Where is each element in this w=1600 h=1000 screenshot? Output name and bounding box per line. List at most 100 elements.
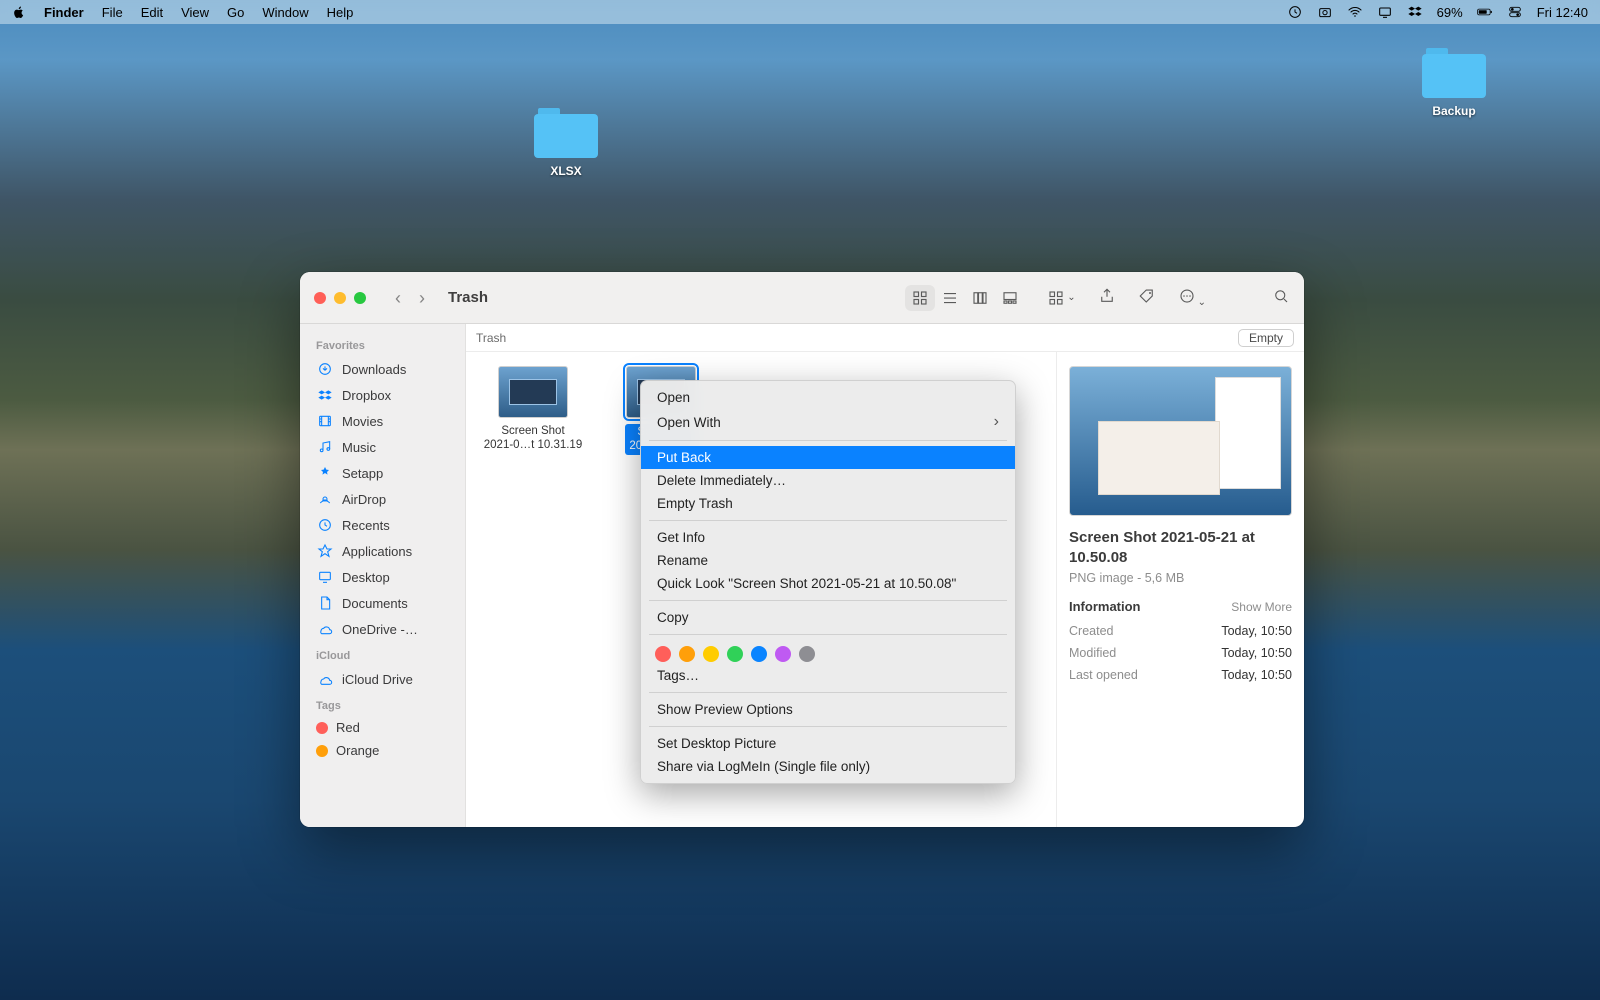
view-gallery[interactable]	[995, 285, 1025, 311]
ctx-get-info[interactable]: Get Info	[641, 526, 1015, 549]
desktop-icon	[316, 568, 334, 586]
finder-toolbar: ‹ › Trash ⌄ ⌄	[300, 272, 1304, 324]
sidebar-tag-orange[interactable]: Orange	[300, 739, 465, 762]
sidebar-item-documents[interactable]: Documents	[300, 590, 465, 616]
menu-file[interactable]: File	[102, 5, 123, 20]
ctx-separator	[649, 634, 1007, 635]
display-icon[interactable]	[1377, 4, 1393, 20]
desktop-folder-backup[interactable]: Backup	[1404, 48, 1504, 118]
sidebar-item-icloud-drive[interactable]: iCloud Drive	[300, 666, 465, 692]
group-by-button[interactable]: ⌄	[1047, 289, 1075, 307]
preview-show-more[interactable]: Show More	[1231, 600, 1292, 614]
sidebar-item-label: Orange	[336, 743, 379, 758]
sidebar-item-music[interactable]: Music	[300, 434, 465, 460]
ctx-rename[interactable]: Rename	[641, 549, 1015, 572]
ctx-separator	[649, 726, 1007, 727]
menu-help[interactable]: Help	[327, 5, 354, 20]
ctx-copy[interactable]: Copy	[641, 606, 1015, 629]
wifi-icon[interactable]	[1347, 4, 1363, 20]
camera-icon[interactable]	[1317, 4, 1333, 20]
ctx-separator	[649, 440, 1007, 441]
tag-color-yellow[interactable]	[703, 646, 719, 662]
finder-window: ‹ › Trash ⌄ ⌄ Favorites Downloads Dropbo…	[300, 272, 1304, 827]
sidebar-item-applications[interactable]: Applications	[300, 538, 465, 564]
cloud-icon	[316, 670, 334, 688]
traffic-lights	[314, 292, 366, 304]
search-button[interactable]	[1272, 287, 1290, 308]
battery-percent: 69%	[1437, 5, 1463, 20]
ctx-show-preview-options[interactable]: Show Preview Options	[641, 698, 1015, 721]
sidebar-item-airdrop[interactable]: AirDrop	[300, 486, 465, 512]
file-item[interactable]: Screen Shot2021-0…t 10.31.19	[480, 366, 586, 453]
preview-meta: PNG image - 5,6 MB	[1069, 571, 1292, 585]
sidebar-item-label: Desktop	[342, 570, 390, 585]
sidebar-tags-title: Tags	[300, 692, 465, 716]
desktop-folder-xlsx[interactable]: XLSX	[516, 108, 616, 178]
share-button[interactable]	[1098, 287, 1116, 308]
clock-menu-icon[interactable]	[1287, 4, 1303, 20]
ctx-delete-immediately[interactable]: Delete Immediately…	[641, 469, 1015, 492]
info-row: Last openedToday, 10:50	[1069, 664, 1292, 686]
sidebar-item-movies[interactable]: Movies	[300, 408, 465, 434]
airdrop-icon	[316, 490, 334, 508]
preview-title: Screen Shot 2021-05-21 at 10.50.08	[1069, 528, 1292, 567]
ctx-separator	[649, 600, 1007, 601]
control-center-icon[interactable]	[1507, 4, 1523, 20]
sidebar-item-label: Recents	[342, 518, 390, 533]
movies-icon	[316, 412, 334, 430]
sidebar-tag-red[interactable]: Red	[300, 716, 465, 739]
ctx-empty-trash[interactable]: Empty Trash	[641, 492, 1015, 515]
tag-color-blue[interactable]	[751, 646, 767, 662]
sidebar-item-label: iCloud Drive	[342, 672, 413, 687]
view-columns[interactable]	[965, 285, 995, 311]
nav-forward-button[interactable]: ›	[412, 289, 432, 307]
file-grid[interactable]: Screen Shot2021-0…t 10.31.19 Screen S202…	[466, 352, 1056, 827]
menubar-clock[interactable]: Fri 12:40	[1537, 5, 1588, 20]
sidebar-item-setapp[interactable]: Setapp	[300, 460, 465, 486]
tags-button[interactable]	[1138, 287, 1156, 308]
ctx-open-with[interactable]: Open With	[641, 409, 1015, 435]
close-button[interactable]	[314, 292, 326, 304]
dropbox-icon[interactable]	[1407, 4, 1423, 20]
sidebar-item-label: Music	[342, 440, 376, 455]
zoom-button[interactable]	[354, 292, 366, 304]
tag-color-green[interactable]	[727, 646, 743, 662]
menubar: Finder File Edit View Go Window Help 69%…	[0, 0, 1600, 24]
app-name[interactable]: Finder	[44, 5, 84, 20]
tag-color-orange[interactable]	[679, 646, 695, 662]
file-name: Screen Shot2021-0…t 10.31.19	[480, 424, 586, 453]
ctx-open[interactable]: Open	[641, 386, 1015, 409]
sidebar-icloud-title: iCloud	[300, 642, 465, 666]
apple-menu-icon[interactable]	[12, 5, 26, 19]
view-icon-grid[interactable]	[905, 285, 935, 311]
tag-color-purple[interactable]	[775, 646, 791, 662]
menu-go[interactable]: Go	[227, 5, 244, 20]
ctx-share-logmein[interactable]: Share via LogMeIn (Single file only)	[641, 755, 1015, 778]
sidebar-item-label: Applications	[342, 544, 412, 559]
nav-back-button[interactable]: ‹	[388, 289, 408, 307]
ctx-tags[interactable]: Tags…	[641, 664, 1015, 687]
ctx-quick-look[interactable]: Quick Look "Screen Shot 2021-05-21 at 10…	[641, 572, 1015, 595]
sidebar-item-recents[interactable]: Recents	[300, 512, 465, 538]
menu-edit[interactable]: Edit	[141, 5, 163, 20]
battery-icon[interactable]	[1477, 4, 1493, 20]
ctx-put-back[interactable]: Put Back	[641, 446, 1015, 469]
sidebar-item-label: Red	[336, 720, 360, 735]
tag-color-red[interactable]	[655, 646, 671, 662]
folder-icon	[1422, 48, 1486, 98]
minimize-button[interactable]	[334, 292, 346, 304]
context-menu: Open Open With Put Back Delete Immediate…	[640, 380, 1016, 784]
view-list[interactable]	[935, 285, 965, 311]
menu-view[interactable]: View	[181, 5, 209, 20]
tag-color-gray[interactable]	[799, 646, 815, 662]
ctx-set-desktop-picture[interactable]: Set Desktop Picture	[641, 732, 1015, 755]
sidebar-item-dropbox[interactable]: Dropbox	[300, 382, 465, 408]
empty-trash-button[interactable]: Empty	[1238, 329, 1294, 347]
sidebar-item-desktop[interactable]: Desktop	[300, 564, 465, 590]
actions-button[interactable]: ⌄	[1178, 287, 1206, 308]
view-switcher	[905, 285, 1025, 311]
preview-info-label: Information	[1069, 599, 1141, 614]
menu-window[interactable]: Window	[262, 5, 308, 20]
sidebar-item-onedrive[interactable]: OneDrive -…	[300, 616, 465, 642]
sidebar-item-downloads[interactable]: Downloads	[300, 356, 465, 382]
